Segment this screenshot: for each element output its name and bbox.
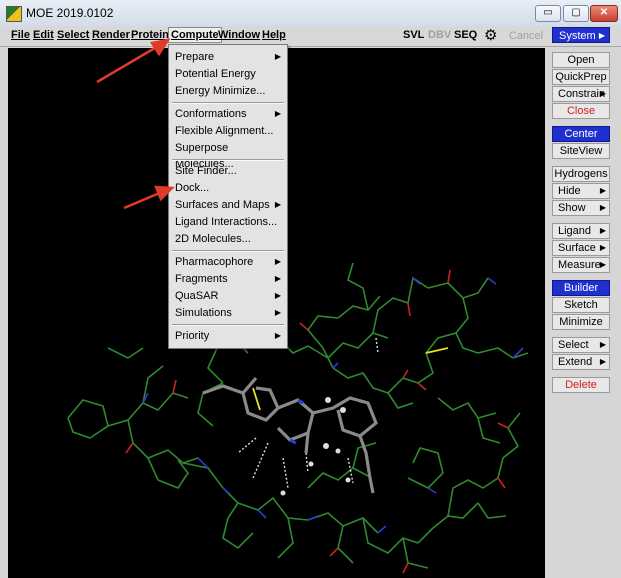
chevron-right-icon: ▶	[598, 31, 605, 40]
center-button[interactable]: Center	[552, 126, 610, 142]
submenu-arrow-icon: ▶	[274, 274, 281, 283]
compute-menu-dropdown: Prepare ▶ Potential Energy Energy Minimiz…	[168, 44, 288, 349]
hydrogens-button[interactable]: Hydrogens	[552, 166, 610, 182]
chevron-right-icon: ▶	[599, 226, 606, 235]
close-window-button[interactable]: ✕	[590, 5, 618, 22]
seq-button[interactable]: SEQ	[454, 29, 477, 41]
menu-simulations-label: Simulations	[175, 307, 232, 319]
hide-label: Hide	[558, 185, 581, 197]
menu-pharmacophore[interactable]: Pharmacophore ▶	[175, 254, 283, 270]
menu-help[interactable]: Help	[262, 29, 286, 41]
menu-separator	[172, 159, 284, 161]
menu-pharmacophore-label: Pharmacophore	[175, 256, 254, 268]
menu-separator	[172, 102, 284, 104]
menu-quasar-label: QuaSAR	[175, 290, 219, 302]
minimize-button[interactable]: ▭	[535, 5, 561, 22]
menu-conformations-label: Conformations	[175, 108, 247, 120]
measure-label: Measure	[558, 259, 601, 271]
menu-dock[interactable]: Dock...	[175, 180, 283, 196]
ligand-button[interactable]: Ligand ▶	[552, 223, 610, 239]
submenu-arrow-icon: ▶	[274, 109, 281, 118]
submenu-arrow-icon: ▶	[274, 257, 281, 266]
chevron-right-icon: ▶	[599, 203, 606, 212]
sketch-button[interactable]: Sketch	[552, 297, 610, 313]
menu-energy-minimize[interactable]: Energy Minimize...	[175, 83, 283, 99]
system-button[interactable]: System ▶	[552, 27, 610, 43]
select-label: Select	[558, 339, 589, 351]
menu-edit[interactable]: Edit	[33, 29, 54, 41]
moe-app-icon	[6, 6, 22, 22]
chevron-right-icon: ▶	[599, 186, 606, 195]
menu-surfaces-label: Surfaces and Maps	[175, 199, 270, 211]
menu-compute[interactable]: Compute	[168, 27, 222, 43]
constrain-button[interactable]: Constrain ▶	[552, 86, 610, 102]
menu-site-finder[interactable]: Site Finder...	[175, 163, 283, 179]
menu-priority-label: Priority	[175, 330, 210, 342]
hide-button[interactable]: Hide ▶	[552, 183, 610, 199]
open-button[interactable]: Open	[552, 52, 610, 68]
title-bar: MOE 2019.0102 ▭ ▢ ✕	[0, 0, 621, 27]
chevron-right-icon: ▶	[599, 340, 606, 349]
chevron-right-icon: ▶	[599, 260, 606, 269]
menu-2d-molecules[interactable]: 2D Molecules...	[175, 231, 283, 247]
menu-conformations[interactable]: Conformations ▶	[175, 106, 283, 122]
gear-icon[interactable]: ⚙	[484, 28, 500, 44]
window-title: MOE 2019.0102	[26, 6, 114, 20]
extend-button[interactable]: Extend ▶	[552, 354, 610, 370]
menu-separator	[172, 250, 284, 252]
menu-separator	[172, 324, 284, 326]
surface-button[interactable]: Surface ▶	[552, 240, 610, 256]
system-label: System	[559, 30, 596, 42]
menu-ligand-interactions[interactable]: Ligand Interactions...	[175, 214, 283, 230]
constrain-label: Constrain	[558, 88, 606, 100]
menu-surfaces-and-maps[interactable]: Surfaces and Maps ▶	[175, 197, 283, 213]
dbv-button[interactable]: DBV	[428, 29, 451, 41]
menu-protein[interactable]: Protein	[131, 29, 169, 41]
menu-simulations[interactable]: Simulations ▶	[175, 305, 283, 321]
menu-quasar[interactable]: QuaSAR ▶	[175, 288, 283, 304]
menu-file[interactable]: File	[11, 29, 30, 41]
delete-button[interactable]: Delete	[552, 377, 610, 393]
menu-potential-energy[interactable]: Potential Energy	[175, 66, 283, 82]
svl-button[interactable]: SVL	[403, 29, 424, 41]
submenu-arrow-icon: ▶	[274, 200, 281, 209]
menu-prepare-label: Prepare	[175, 51, 215, 63]
menu-superpose-molecules[interactable]: Superpose Molecules...	[175, 140, 283, 170]
minimize-structure-button[interactable]: Minimize	[552, 314, 610, 330]
close-button[interactable]: Close	[552, 103, 610, 119]
menu-fragments-label: Fragments	[175, 273, 228, 285]
menu-fragments[interactable]: Fragments ▶	[175, 271, 283, 287]
submenu-arrow-icon: ▶	[274, 331, 281, 340]
measure-button[interactable]: Measure ▶	[552, 257, 610, 273]
quickprep-button[interactable]: QuickPrep	[552, 69, 610, 85]
maximize-button[interactable]: ▢	[563, 5, 589, 22]
menu-window[interactable]: Window	[218, 29, 260, 41]
builder-button[interactable]: Builder	[552, 280, 610, 296]
chevron-right-icon: ▶	[599, 357, 606, 366]
submenu-arrow-icon: ▶	[274, 291, 281, 300]
menu-prepare[interactable]: Prepare ▶	[175, 49, 283, 65]
ligand-label: Ligand	[558, 225, 592, 237]
show-label: Show	[558, 202, 586, 214]
menu-priority[interactable]: Priority ▶	[175, 328, 283, 344]
surface-label: Surface	[558, 242, 596, 254]
chevron-right-icon: ▶	[599, 89, 606, 98]
submenu-arrow-icon: ▶	[274, 52, 281, 61]
menu-flexible-alignment[interactable]: Flexible Alignment...	[175, 123, 283, 139]
extend-label: Extend	[558, 356, 593, 368]
menu-select[interactable]: Select	[57, 29, 89, 41]
menu-render[interactable]: Render	[92, 29, 130, 41]
select-button[interactable]: Select ▶	[552, 337, 610, 353]
cancel-button[interactable]: Cancel	[506, 28, 546, 44]
chevron-right-icon: ▶	[599, 243, 606, 252]
siteview-button[interactable]: SiteView	[552, 143, 610, 159]
submenu-arrow-icon: ▶	[274, 308, 281, 317]
show-button[interactable]: Show ▶	[552, 200, 610, 216]
